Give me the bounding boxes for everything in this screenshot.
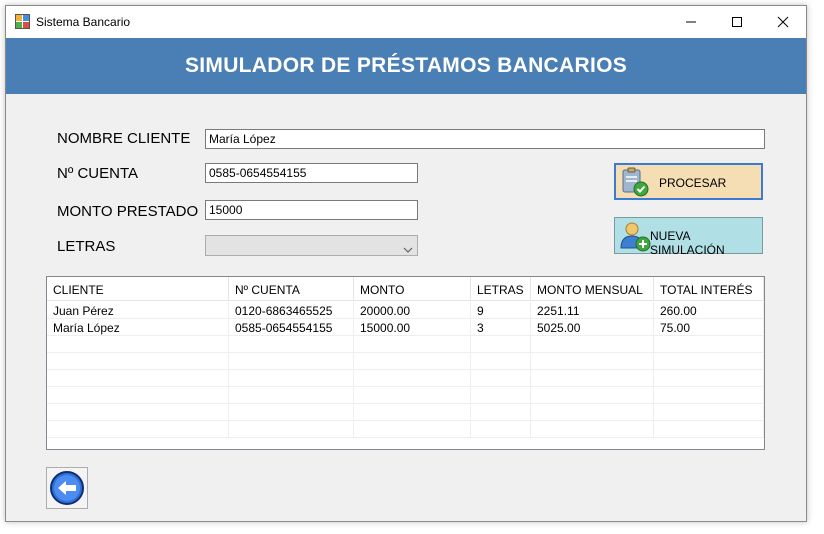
table-row[interactable]: Juan Pérez 0120-6863465525 20000.00 9 22… bbox=[47, 302, 764, 319]
cell-total-interes: 75.00 bbox=[654, 319, 764, 336]
user-add-icon bbox=[619, 220, 651, 255]
nueva-simulacion-button[interactable]: NUEVA SIMULACIÓN bbox=[614, 217, 763, 257]
minimize-icon bbox=[686, 21, 696, 23]
app-window-icon bbox=[15, 14, 31, 30]
cell-letras: 9 bbox=[471, 302, 531, 319]
column-header-cliente[interactable]: CLIENTE bbox=[47, 277, 229, 301]
nueva-simulacion-label: NUEVA SIMULACIÓN bbox=[650, 229, 725, 257]
column-header-letras[interactable]: LETRAS bbox=[471, 277, 531, 301]
close-icon bbox=[777, 16, 789, 28]
window-title: Sistema Bancario bbox=[36, 15, 131, 29]
cell-monto-mensual: 5025.00 bbox=[531, 319, 654, 336]
numero-cuenta-label: Nº CUENTA bbox=[57, 165, 139, 182]
back-arrow-icon bbox=[50, 471, 84, 505]
nombre-cliente-label: NOMBRE CLIENTE bbox=[57, 130, 191, 147]
cell-monto-mensual: 2251.11 bbox=[531, 302, 654, 319]
procesar-button[interactable]: PROCESAR bbox=[614, 163, 763, 200]
table-row[interactable]: María López 0585-0654554155 15000.00 3 5… bbox=[47, 319, 764, 336]
header-banner: SIMULADOR DE PRÉSTAMOS BANCARIOS bbox=[6, 38, 806, 94]
page-title: SIMULADOR DE PRÉSTAMOS BANCARIOS bbox=[184, 54, 628, 77]
cell-monto: 15000.00 bbox=[354, 319, 471, 336]
empty-row bbox=[47, 387, 764, 404]
cell-monto: 20000.00 bbox=[354, 302, 471, 319]
letras-select[interactable] bbox=[205, 235, 418, 256]
column-header-monto-mensual[interactable]: MONTO MENSUAL bbox=[531, 277, 654, 301]
chevron-down-icon bbox=[403, 241, 413, 259]
back-button[interactable] bbox=[46, 467, 88, 509]
column-header-monto[interactable]: MONTO bbox=[354, 277, 471, 301]
table-header: CLIENTE Nº CUENTA MONTO LETRAS MONTO MEN… bbox=[47, 277, 764, 301]
clipboard-check-icon bbox=[620, 167, 650, 200]
simulations-table[interactable]: CLIENTE Nº CUENTA MONTO LETRAS MONTO MEN… bbox=[46, 276, 765, 450]
cell-letras: 3 bbox=[471, 319, 531, 336]
app-window: Sistema Bancario SIMULADOR DE PRÉSTAMOS … bbox=[5, 5, 807, 522]
empty-row bbox=[47, 336, 764, 353]
cell-total-interes: 260.00 bbox=[654, 302, 764, 319]
minimize-button[interactable] bbox=[668, 6, 714, 38]
nombre-cliente-input[interactable] bbox=[205, 129, 765, 149]
cell-cliente: María López bbox=[47, 319, 229, 336]
empty-row bbox=[47, 353, 764, 370]
column-header-cuenta[interactable]: Nº CUENTA bbox=[229, 277, 354, 301]
cell-cuenta: 0120-6863465525 bbox=[229, 302, 354, 319]
column-header-total-interes[interactable]: TOTAL INTERÉS bbox=[654, 277, 764, 301]
maximize-button[interactable] bbox=[714, 6, 760, 38]
empty-row bbox=[47, 370, 764, 387]
empty-row bbox=[47, 404, 764, 421]
procesar-label: PROCESAR bbox=[659, 176, 727, 190]
maximize-icon bbox=[732, 17, 742, 27]
empty-row bbox=[47, 421, 764, 438]
cell-cuenta: 0585-0654554155 bbox=[229, 319, 354, 336]
monto-prestado-label: MONTO PRESTADO bbox=[57, 203, 199, 220]
cell-cliente: Juan Pérez bbox=[47, 302, 229, 319]
title-bar: Sistema Bancario bbox=[6, 6, 806, 38]
monto-prestado-input[interactable] bbox=[205, 200, 418, 220]
close-button[interactable] bbox=[760, 6, 806, 38]
numero-cuenta-input[interactable] bbox=[205, 163, 418, 183]
letras-label: LETRAS bbox=[57, 238, 116, 255]
